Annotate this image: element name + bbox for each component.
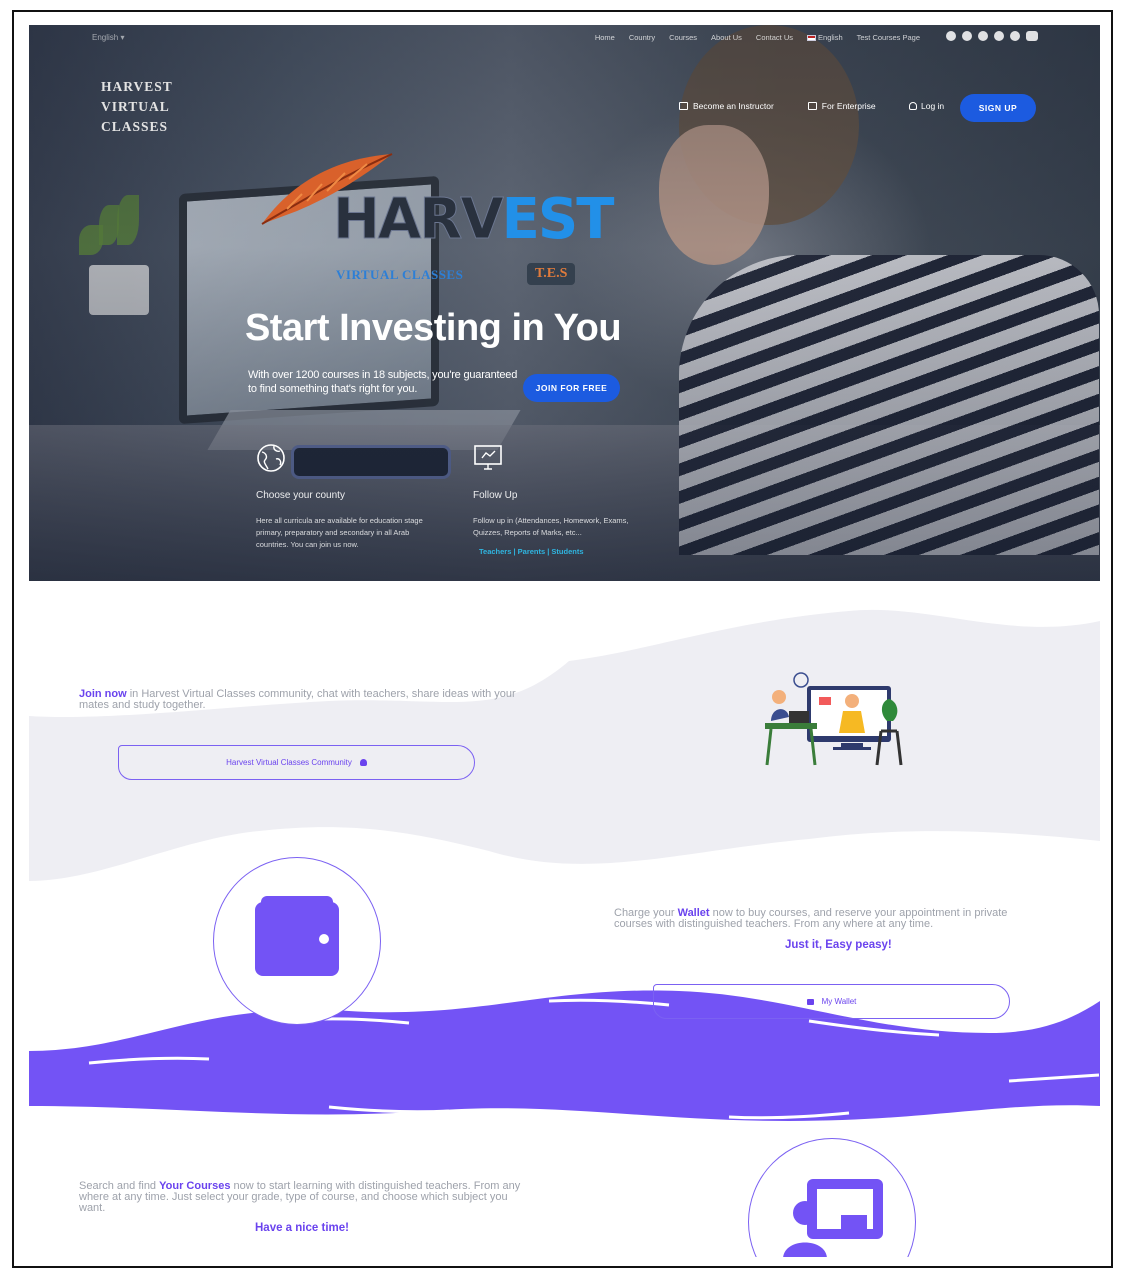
nav-country[interactable]: Country: [629, 33, 655, 42]
megaphone-icon: [679, 102, 688, 110]
screenshot-frame: English ▾ Home Country Courses About Us …: [12, 10, 1113, 1268]
online-class-illustration: [765, 672, 903, 766]
harvest-logo: HARVEST VIRTUAL CLASSES T.E.S: [257, 143, 617, 303]
briefcase-icon: [807, 102, 817, 110]
header-actions: Become an Instructor For Enterprise: [679, 101, 910, 111]
social-links: [946, 31, 1038, 41]
nav-contact-us[interactable]: Contact Us: [756, 33, 793, 42]
wallet-icon: [255, 896, 339, 976]
wallet-text: Charge your Wallet now to buy courses, a…: [614, 907, 1008, 930]
login-link[interactable]: Log in: [909, 101, 944, 111]
telegram-icon[interactable]: [1010, 31, 1020, 41]
page: English ▾ Home Country Courses About Us …: [29, 25, 1100, 1257]
feature-description: Follow up in (Attendances, Homework, Exa…: [473, 516, 629, 537]
feature-title: Choose your county: [256, 490, 345, 501]
hero-subtext: With over 1200 courses in 18 subjects, y…: [248, 369, 518, 395]
logo-badge: T.E.S: [527, 263, 576, 285]
community-text: Join now in Harvest Virtual Classes comm…: [79, 688, 516, 711]
feature-description: Here all curricula are available for edu…: [256, 516, 423, 549]
whatsapp-icon[interactable]: [994, 31, 1004, 41]
instagram-icon[interactable]: [978, 31, 988, 41]
hero-section: English ▾ Home Country Courses About Us …: [29, 25, 1100, 581]
follow-up-links[interactable]: Teachers | Parents | Students: [473, 547, 653, 556]
my-wallet-button[interactable]: My Wallet: [653, 984, 1010, 1019]
wallet-tagline: Just it, Easy peasy!: [785, 939, 892, 951]
feature-choose-county: Choose your county Here all curricula ar…: [256, 443, 436, 551]
nav-courses[interactable]: Courses: [669, 33, 697, 42]
become-instructor-link[interactable]: Become an Instructor: [679, 101, 774, 111]
feature-title: Follow Up: [473, 490, 518, 501]
courses-tagline: Have a nice time!: [255, 1222, 349, 1234]
nav-language[interactable]: English: [807, 33, 843, 42]
nav-test-courses[interactable]: Test Courses Page: [857, 33, 920, 42]
for-enterprise-link[interactable]: For Enterprise: [807, 101, 876, 111]
youtube-icon[interactable]: [1026, 31, 1038, 41]
users-icon: [359, 759, 367, 766]
teacher-board-icon: [783, 1179, 883, 1257]
feature-follow-up: Follow Up Follow up in (Attendances, Hom…: [473, 443, 653, 556]
globe-icon: [257, 444, 285, 472]
courses-text: Search and find Your Courses now to star…: [79, 1180, 521, 1214]
lower-section: Join now in Harvest Virtual Classes comm…: [29, 581, 1100, 1257]
logo-wordmark: HARVEST: [333, 187, 615, 253]
logo-subtitle: VIRTUAL CLASSES: [336, 267, 464, 282]
top-nav: Home Country Courses About Us Contact Us…: [595, 33, 920, 42]
brand-logo-text[interactable]: HARVEST VIRTUAL CLASSES: [101, 77, 173, 137]
nav-home[interactable]: Home: [595, 33, 615, 42]
language-selector[interactable]: English ▾: [92, 33, 124, 42]
community-button[interactable]: Harvest Virtual Classes Community: [118, 745, 475, 780]
hero-headline: Start Investing in You: [244, 307, 622, 349]
signup-button[interactable]: SIGN UP: [960, 94, 1036, 122]
join-for-free-button[interactable]: JOIN FOR FREE: [523, 374, 620, 402]
facebook-icon[interactable]: [946, 31, 956, 41]
twitter-icon[interactable]: [962, 31, 972, 41]
monitor-icon: [474, 445, 502, 470]
wallet-small-icon: [806, 998, 814, 1005]
user-icon: [909, 102, 917, 110]
nav-about-us[interactable]: About Us: [711, 33, 742, 42]
flag-icon: [807, 35, 817, 42]
